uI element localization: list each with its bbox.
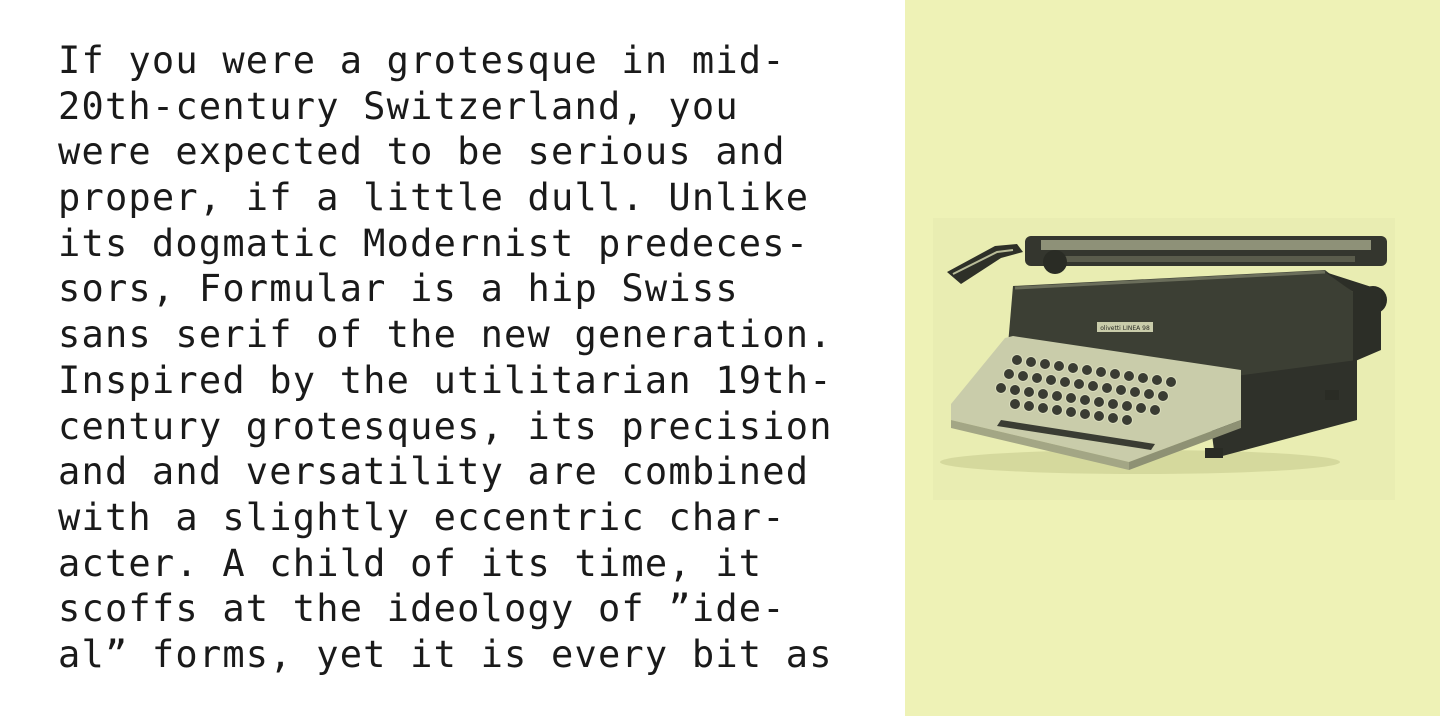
platen-rail <box>1055 256 1355 262</box>
image-panel: olivetti LINEA 98 <box>905 0 1440 716</box>
foot-right <box>1325 390 1339 400</box>
body-text-line: 20th-century Switzerland, you <box>58 84 739 128</box>
body-text-line: its dogmatic Modernist predeces- <box>58 221 810 265</box>
body-text-line: century grotesques, its precision <box>58 404 833 448</box>
body-text-line: and and versatility are combined <box>58 450 810 494</box>
foot-front <box>1205 448 1223 458</box>
platen-knob-left <box>1043 250 1067 274</box>
body-text-line: acter. A child of its time, it <box>58 541 763 585</box>
typewriter-illustration: olivetti LINEA 98 <box>905 0 1440 716</box>
body-text-line: scoffs at the ideology of ”ide- <box>58 587 786 631</box>
paper-rest <box>1041 240 1371 250</box>
text-panel: If you were a grotesque in mid- 20th-cen… <box>0 0 905 720</box>
body-text: If you were a grotesque in mid- 20th-cen… <box>58 38 833 678</box>
body-text-line: If you were a grotesque in mid- <box>58 39 786 82</box>
body-text-line: sans serif of the new generation. <box>58 313 833 357</box>
body-text-line: proper, if a little dull. Unlike <box>58 176 810 220</box>
page: If you were a grotesque in mid- 20th-cen… <box>0 0 1440 720</box>
body-text-line: sors, Formular is a hip Swiss <box>58 267 739 311</box>
body-text-line: were expected to be serious and <box>58 130 786 174</box>
body-text-line: Inspired by the utilitarian 19th- <box>58 358 833 402</box>
body-text-line: al” forms, yet it is every bit as <box>58 632 833 676</box>
body-text-line: with a slightly eccentric char- <box>58 495 786 539</box>
brand-plate-text: olivetti LINEA 98 <box>1100 325 1150 332</box>
